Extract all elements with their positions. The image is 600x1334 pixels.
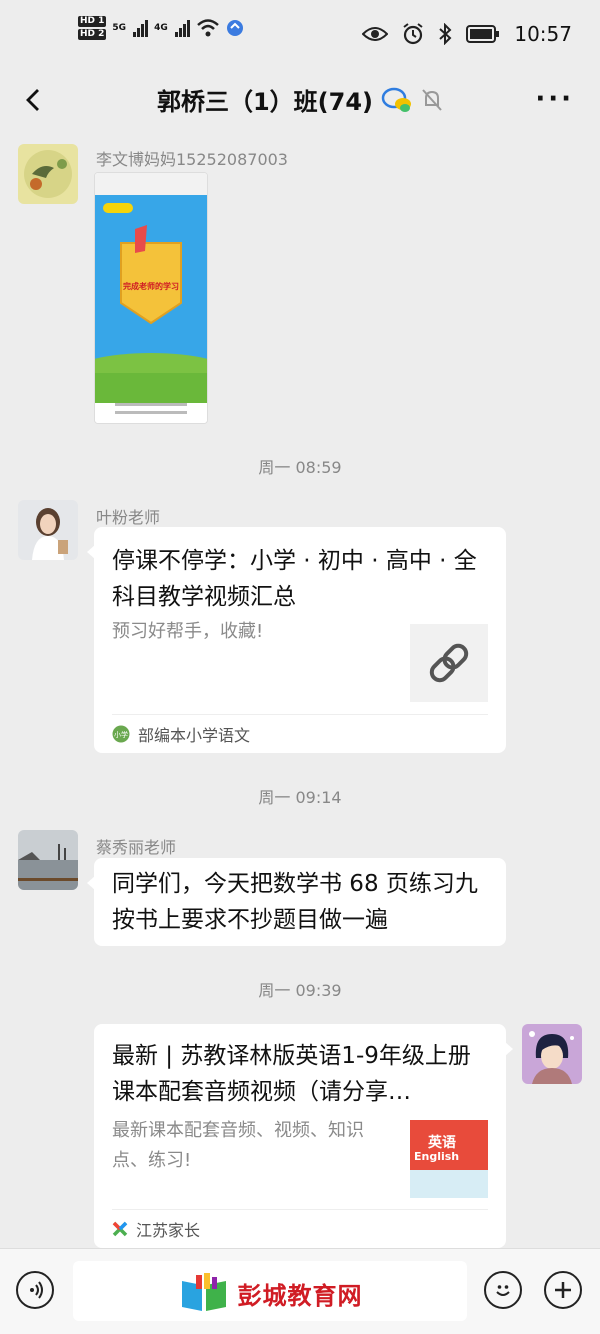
shared-screenshot-image <box>95 173 207 423</box>
link-desc: 预习好帮手，收藏! <box>112 621 264 642</box>
link-thumbnail: 英语 English <box>410 1120 488 1198</box>
link-title: 停课不停学：小学 · 初中 · 高中 · 全科目教学视频汇总 <box>112 548 477 610</box>
thumbnail-title: 英语 <box>428 1135 456 1151</box>
watermark-text: 彭城教育网 <box>237 1281 363 1310</box>
link-source: 部编本小学语文 <box>138 726 251 745</box>
chat-bubbles-icon <box>381 87 412 112</box>
net2-label: 4G <box>154 23 168 33</box>
status-bar: HD 1 HD 2 5G 4G 10:57 <box>0 0 600 70</box>
more-options-button[interactable]: ··· <box>535 84 574 114</box>
chat-area[interactable]: 李文博妈妈15252087003 完成老师的学习 周一 08:59 叶粉老师 停… <box>0 132 600 1248</box>
voice-input-button[interactable] <box>16 1271 54 1309</box>
sender-name: 叶粉老师 <box>96 508 161 527</box>
image-message[interactable]: 完成老师的学习 <box>94 172 208 424</box>
message-input[interactable]: 彭城教育网 <box>73 1261 467 1321</box>
svg-text:小学: 小学 <box>114 730 128 739</box>
eye-icon <box>362 27 389 41</box>
my-avatar[interactable] <box>522 1024 582 1084</box>
link-source: 江苏家长 <box>136 1221 201 1240</box>
thumbnail-cover-art <box>410 1170 488 1198</box>
timestamp: 周一 09:14 <box>258 788 342 807</box>
message-text: 同学们，今天把数学书 68 页练习九按书上要求不抄题目做一遍 <box>112 871 478 933</box>
hd2-badge: HD 2 <box>78 29 107 40</box>
vpn-icon <box>226 20 243 36</box>
timestamp: 周一 08:59 <box>258 458 342 477</box>
link-footer: 小学 部编本小学语文 <box>112 714 488 753</box>
alarm-icon <box>403 23 423 45</box>
book-logo-icon <box>181 1273 226 1311</box>
link-title: 最新 | 苏教译林版英语1-9年级上册课本配套音频视频（请分享… <box>112 1043 471 1105</box>
more-actions-button[interactable] <box>544 1271 582 1309</box>
image-caption: 完成老师的学习 <box>123 282 179 291</box>
link-desc: 最新课本配套音频、视频、知识点、练习! <box>112 1120 364 1171</box>
chat-header: 郭桥三（1）班(74) ··· <box>0 70 600 132</box>
battery-icon <box>466 25 500 43</box>
wifi-icon <box>196 19 219 37</box>
net1-label: 5G <box>112 23 127 33</box>
avatar[interactable] <box>18 830 78 890</box>
avatar[interactable] <box>18 500 78 560</box>
signal-icon-2 <box>174 19 190 37</box>
plus-icon <box>555 1282 571 1298</box>
thumbnail-subtitle: English <box>414 1150 460 1163</box>
link-icon <box>429 643 469 683</box>
teacher-avatar-image <box>18 500 78 560</box>
text-message[interactable]: 同学们，今天把数学书 68 页练习九按书上要求不抄题目做一遍 <box>87 858 506 946</box>
signal-icon <box>133 19 149 37</box>
chat-title[interactable]: 郭桥三（1）班(74) <box>157 82 373 117</box>
link-card[interactable]: 停课不停学：小学 · 初中 · 高中 · 全科目教学视频汇总 预习好帮手，收藏!… <box>87 527 506 753</box>
bird-avatar-image <box>18 144 78 204</box>
avatar[interactable] <box>18 144 78 204</box>
link-thumbnail <box>410 624 488 702</box>
input-bar: 彭城教育网 <box>0 1248 600 1334</box>
bluetooth-icon <box>439 23 452 45</box>
status-left: HD 1 HD 2 5G 4G <box>78 16 244 40</box>
sender-name: 蔡秀丽老师 <box>96 838 177 857</box>
timestamp: 周一 09:39 <box>258 981 342 1000</box>
lake-avatar-image <box>18 830 78 890</box>
watermark: 彭城教育网 <box>73 1273 467 1313</box>
source-logo-icon <box>112 1221 128 1237</box>
smiley-icon <box>496 1285 510 1296</box>
title-inner: 郭桥三（1）班(74) <box>157 82 443 117</box>
sender-name: 李文博妈妈15252087003 <box>96 150 288 169</box>
title-wrapper: 郭桥三（1）班(74) <box>0 82 600 117</box>
clock: 10:57 <box>514 22 572 46</box>
anime-avatar-image <box>522 1024 582 1084</box>
shared-link-card[interactable]: 最新 | 苏教译林版英语1-9年级上册课本配套音频视频（请分享… 最新课本配套音… <box>94 1024 513 1248</box>
emoji-button[interactable] <box>484 1271 522 1309</box>
source-logo-icon: 小学 <box>112 725 130 743</box>
hd1-badge: HD 1 <box>78 16 107 27</box>
hd-indicators: HD 1 HD 2 <box>78 16 107 40</box>
voice-icon <box>30 1281 43 1299</box>
status-right: 10:57 <box>362 22 572 46</box>
link-footer: 江苏家长 <box>112 1209 488 1248</box>
mute-bell-icon <box>422 88 442 111</box>
